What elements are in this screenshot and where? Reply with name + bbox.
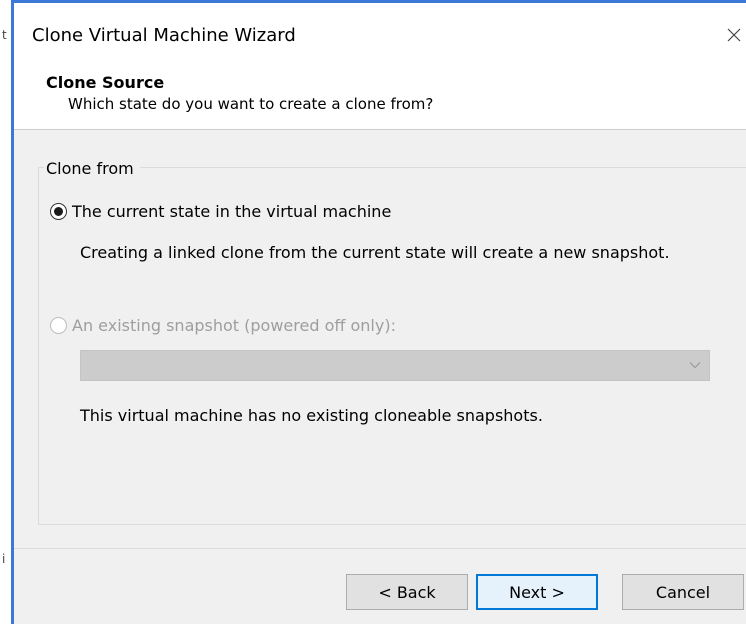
radio-current-state[interactable]: The current state in the virtual machine: [50, 202, 391, 221]
footer-divider: [14, 548, 746, 549]
radio-existing-snapshot-label: An existing snapshot (powered off only):: [72, 316, 396, 335]
no-snapshots-message: This virtual machine has no existing clo…: [80, 406, 543, 425]
background-text-fragment: i: [2, 552, 6, 566]
radio-button-disabled[interactable]: [50, 317, 67, 334]
next-button[interactable]: Next >: [476, 574, 598, 610]
close-button[interactable]: [722, 17, 746, 53]
clone-from-legend: Clone from: [44, 159, 140, 178]
wizard-header: Clone Source Which state do you want to …: [14, 65, 746, 130]
cancel-button[interactable]: Cancel: [622, 574, 744, 610]
page-title: Clone Source: [46, 73, 165, 92]
back-button[interactable]: < Back: [346, 574, 468, 610]
background-text-fragment: t: [2, 28, 7, 42]
page-subtitle: Which state do you want to create a clon…: [68, 95, 434, 113]
snapshot-dropdown[interactable]: [80, 350, 710, 381]
chevron-down-icon: [689, 362, 701, 369]
current-state-description: Creating a linked clone from the current…: [80, 243, 670, 262]
close-icon: [727, 28, 741, 42]
window-title: Clone Virtual Machine Wizard: [32, 25, 296, 46]
radio-dot: [54, 207, 63, 216]
background-window-edge: t i: [0, 0, 14, 624]
radio-button-selected[interactable]: [50, 203, 67, 220]
radio-existing-snapshot[interactable]: An existing snapshot (powered off only):: [50, 316, 396, 335]
radio-current-state-label: The current state in the virtual machine: [72, 202, 392, 221]
title-bar: Clone Virtual Machine Wizard: [14, 3, 746, 65]
clone-wizard-dialog: Clone Virtual Machine Wizard Clone Sourc…: [14, 3, 746, 624]
